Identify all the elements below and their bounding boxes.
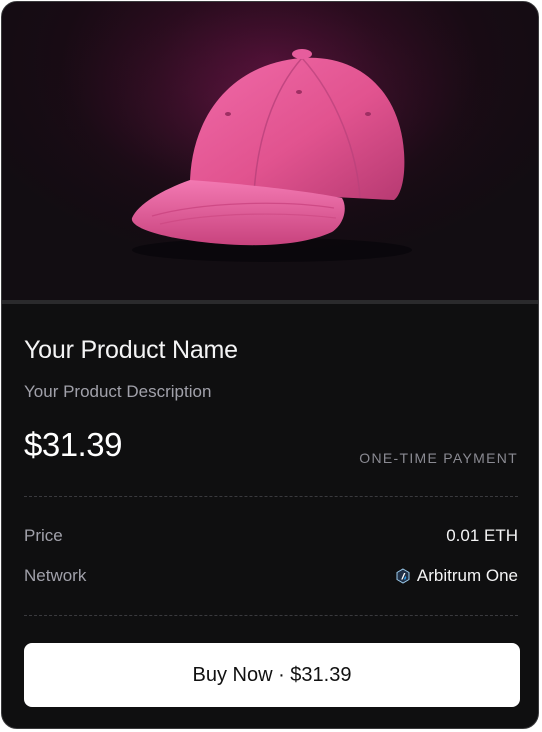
network-value-text: Arbitrum One (416, 566, 518, 585)
price-value-text: 0.01 ETH (446, 526, 518, 545)
dashed-divider-top (24, 496, 518, 497)
buy-now-button[interactable]: Buy Now · $31.39 (24, 643, 520, 707)
network-label: Network (24, 566, 87, 585)
product-image (2, 2, 538, 300)
price-label: Price (24, 526, 63, 545)
price-value: 0.01 ETH (446, 526, 518, 546)
arbitrum-icon (396, 568, 410, 584)
product-price: $31.39 (24, 426, 122, 463)
checkout-card: Your Product Name Your Product Descripti… (1, 1, 539, 729)
dashed-divider-bottom (24, 615, 518, 616)
hero-divider (2, 300, 538, 304)
payment-type-label: ONE-TIME PAYMENT (359, 450, 518, 466)
network-value: Arbitrum One (395, 566, 518, 586)
product-description: Your Product Description (24, 382, 212, 401)
product-name: Your Product Name (24, 336, 238, 364)
baseball-cap-image (2, 2, 538, 300)
